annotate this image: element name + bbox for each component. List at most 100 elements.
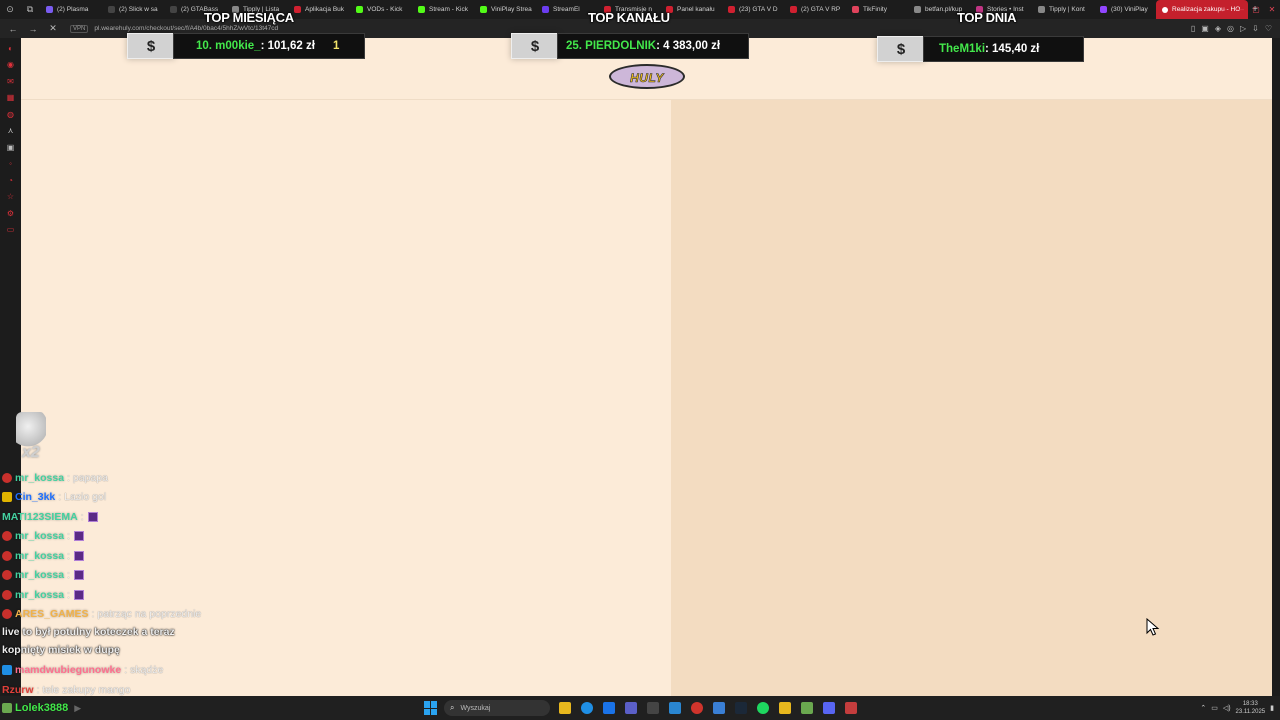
tab-label: TikFinity xyxy=(863,6,887,13)
top-channel-entry: 25. PIERDOLNIK : 4 383,00 zł xyxy=(557,33,749,59)
volume-icon[interactable]: ◁) xyxy=(1223,704,1231,712)
start-button[interactable] xyxy=(424,701,438,715)
chat-username[interactable]: Rzurw xyxy=(2,684,34,696)
tab[interactable]: Tipply | Kont xyxy=(1032,0,1094,19)
tab[interactable]: Stream - Kick xyxy=(412,0,474,19)
tab[interactable]: ViniPlay Strea xyxy=(474,0,536,19)
chat-icon[interactable]: ◍ xyxy=(0,106,21,123)
heart-icon[interactable]: ♡ xyxy=(1265,24,1272,33)
tab-label: StreamEl xyxy=(553,6,580,13)
notes-icon[interactable]: ◉ xyxy=(0,57,21,74)
shield-icon[interactable]: ◈ xyxy=(1215,24,1221,33)
edge-icon[interactable] xyxy=(581,702,593,714)
toolbar-actions: ▯ ▣ ◈ ◎ ▷ ⇩ ♡ xyxy=(1191,19,1272,38)
chat-message: Cin_3kk: Lazio gol xyxy=(2,489,106,505)
arrow-icon[interactable]: ⋏ xyxy=(0,123,21,140)
tab-favicon-icon xyxy=(1100,6,1107,13)
tab[interactable]: (30) ViniPlay xyxy=(1094,0,1156,19)
files-icon[interactable] xyxy=(559,702,571,714)
bookmark-icon[interactable]: ▯ xyxy=(1191,24,1195,33)
top-day-donor: TheM1ki xyxy=(939,43,986,55)
tab[interactable]: (2) GTA V RP xyxy=(784,0,846,19)
chat-username[interactable]: mr_kossa xyxy=(15,530,64,542)
star-icon[interactable]: ☆ xyxy=(0,189,21,206)
mail-icon[interactable]: ✉ xyxy=(0,73,21,90)
chat-text-continued: live to był potulny koteczek a teraz xyxy=(2,626,175,638)
settings-icon[interactable]: ⚙ xyxy=(0,205,21,222)
scrollbar[interactable] xyxy=(1272,38,1280,696)
folder-icon[interactable] xyxy=(779,702,791,714)
play-icon[interactable]: ▷ xyxy=(1240,24,1246,33)
chat-username[interactable]: mr_kossa xyxy=(15,550,64,562)
top-channel-donor: 25. PIERDOLNIK xyxy=(566,40,657,52)
tab[interactable]: Aplikacja Buk xyxy=(288,0,350,19)
live-badge-icon xyxy=(2,590,12,600)
chevron-up-icon[interactable]: ⌃ xyxy=(1200,704,1206,712)
chat-username[interactable]: mr_kossa xyxy=(15,569,64,581)
star-badge-icon xyxy=(2,492,12,502)
chat-username[interactable]: mr_kossa xyxy=(15,589,64,601)
top-month-next: 1 xyxy=(332,40,340,52)
clock[interactable]: 18:33 23.11.2025 xyxy=(1236,700,1266,716)
media-icon[interactable] xyxy=(845,702,857,714)
dot-icon[interactable]: ◦ xyxy=(0,156,21,173)
bookmark-icon[interactable]: ▭ xyxy=(0,222,21,239)
chat-username[interactable]: MATI123SIEMA xyxy=(2,511,78,523)
tab[interactable]: (23) GTA V D xyxy=(722,0,784,19)
home-icon[interactable]: ◐ xyxy=(0,40,21,57)
notifications-icon[interactable]: ▮ xyxy=(1270,704,1274,712)
tab[interactable]: TikFinity xyxy=(846,0,908,19)
download-icon[interactable]: ⇩ xyxy=(1252,24,1259,33)
tab-overview-icon[interactable]: ⧉ xyxy=(20,0,40,19)
window-controls: ⌕ — ▢ ✕ xyxy=(1216,0,1280,19)
calendar-icon[interactable]: ▦ xyxy=(0,90,21,107)
chat-text: : xyxy=(67,569,70,581)
taskbar: Lolek3888 ▶ ⌕ Wyszukaj ⌃ ▭ ◁) 18:33 23.1… xyxy=(0,696,1280,720)
huly-logo[interactable]: HULY xyxy=(609,64,685,89)
vscode-icon[interactable] xyxy=(669,702,681,714)
vscode-alt-icon[interactable] xyxy=(713,702,725,714)
search-tabs-icon[interactable]: ⌕ xyxy=(1216,0,1232,19)
opera-icon[interactable] xyxy=(691,702,703,714)
chat-username[interactable]: ARES_GAMES xyxy=(15,608,89,620)
huly-icon xyxy=(1162,6,1168,13)
forward-icon[interactable]: → xyxy=(26,24,40,34)
chat-text: : patrząc na poprzednie xyxy=(91,608,202,620)
screenshot-icon[interactable]: ▣ xyxy=(1201,24,1209,33)
top-month-title: TOP MIESIĄCA xyxy=(204,10,294,25)
clock-icon[interactable]: ◔ xyxy=(0,172,21,189)
tab[interactable]: (2) Slick w sa xyxy=(102,0,164,19)
terminal-icon[interactable] xyxy=(647,702,659,714)
chat-message: mr_kossa: papapa xyxy=(2,470,108,486)
vpn-badge[interactable]: VPN xyxy=(70,24,89,33)
archive-icon[interactable] xyxy=(801,702,813,714)
chat-text: : xyxy=(67,550,70,562)
chat-username[interactable]: mamdwubiegunowke xyxy=(15,664,121,676)
tab[interactable]: (2) Plasma xyxy=(40,0,102,19)
tab[interactable]: VODs - Kick xyxy=(350,0,412,19)
logo-text: HULY xyxy=(630,70,664,85)
extensions-icon[interactable]: ◎ xyxy=(1227,24,1234,33)
maximize-icon[interactable]: ▢ xyxy=(1248,0,1264,19)
discord-icon[interactable] xyxy=(823,702,835,714)
minimize-icon[interactable]: — xyxy=(1232,0,1248,19)
teams-icon[interactable] xyxy=(625,702,637,714)
reload-icon[interactable]: ✕ xyxy=(46,23,60,34)
twitch-icon[interactable]: ▣ xyxy=(0,139,21,156)
chat-username[interactable]: Cin_3kk xyxy=(15,491,55,503)
tab-label: VODs - Kick xyxy=(367,6,403,13)
tab-favicon-icon xyxy=(790,6,797,13)
taskbar-search[interactable]: ⌕ Wyszukaj xyxy=(444,700,550,716)
window-menu-icon[interactable]: ⊙ xyxy=(0,0,20,19)
tab-label: ViniPlay Strea xyxy=(491,6,532,13)
network-icon[interactable]: ▭ xyxy=(1211,704,1218,712)
tab-favicon-icon xyxy=(356,6,363,13)
chat-username[interactable]: mr_kossa xyxy=(15,472,64,484)
address-bar[interactable]: pl.wearehuly.com/checkout/sec/f/A4b/0bac… xyxy=(94,25,278,32)
close-icon[interactable]: ✕ xyxy=(1264,0,1280,19)
steam-icon[interactable] xyxy=(735,702,747,714)
mail-icon[interactable] xyxy=(603,702,615,714)
back-icon[interactable]: ← xyxy=(6,24,20,34)
spotify-icon[interactable] xyxy=(757,702,769,714)
chat-message: mamdwubiegunowke: skądże xyxy=(2,662,163,678)
